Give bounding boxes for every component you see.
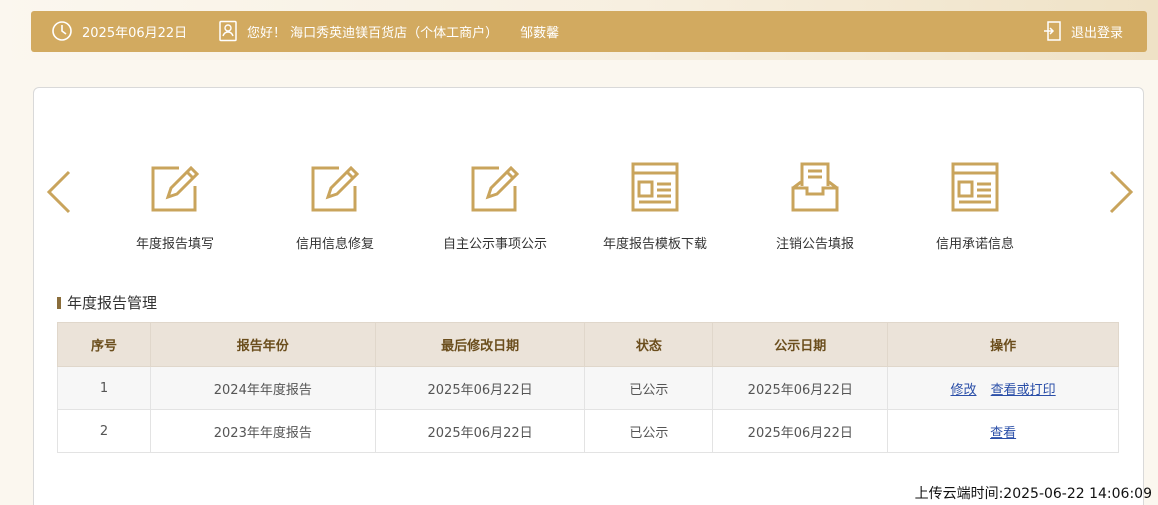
template-icon — [631, 162, 679, 212]
date-group: 2025年06月22日 — [51, 20, 187, 42]
greeting-text: 您好！ 海口秀英迪镁百货店（个体工商户） — [247, 25, 499, 41]
view-link[interactable]: 查看 — [990, 426, 1016, 441]
user-card-icon — [217, 20, 239, 42]
cell-actions: 查看 — [887, 409, 1119, 453]
func-template-download[interactable]: 年度报告模板下载 — [575, 160, 735, 252]
table-row: 1 2024年年度报告 2025年06月22日 已公示 2025年06月22日 … — [57, 366, 1119, 410]
func-cancellation-notice[interactable]: 注销公告填报 — [735, 160, 895, 252]
user-name: 邹薮馨 — [520, 25, 560, 41]
cell-actions: 修改 查看或打印 — [887, 366, 1119, 410]
edit-icon — [471, 165, 520, 212]
carousel-prev-button[interactable] — [45, 170, 73, 214]
func-label: 自主公示事项公示 — [442, 237, 547, 252]
cell-publish: 2025年06月22日 — [712, 409, 889, 453]
func-annual-report-fill[interactable]: 年度报告填写 — [95, 160, 255, 252]
col-header-action: 操作 — [887, 322, 1119, 367]
cell-no: 1 — [57, 366, 151, 410]
func-label: 信用承诺信息 — [935, 237, 1014, 252]
col-header-modified: 最后修改日期 — [374, 322, 586, 367]
section-marker — [57, 296, 61, 309]
cell-modified: 2025年06月22日 — [374, 366, 586, 410]
cell-status: 已公示 — [584, 409, 714, 453]
col-header-no: 序号 — [57, 322, 151, 367]
col-header-status: 状态 — [584, 322, 714, 367]
func-label: 信用信息修复 — [295, 237, 374, 252]
func-credit-commitment[interactable]: 信用承诺信息 — [895, 160, 1055, 252]
func-label: 年度报告填写 — [135, 237, 214, 252]
col-header-publish: 公示日期 — [712, 322, 889, 367]
upload-time: 上传云端时间:2025-06-22 14:06:09 — [914, 486, 1152, 502]
func-self-disclosure[interactable]: 自主公示事项公示 — [415, 160, 575, 252]
func-label: 年度报告模板下载 — [602, 237, 707, 252]
view-print-link[interactable]: 查看或打印 — [991, 383, 1056, 398]
table-header-row: 序号 报告年份 最后修改日期 状态 公示日期 操作 — [57, 322, 1119, 367]
func-label: 注销公告填报 — [775, 237, 854, 252]
logout-label: 退出登录 — [1070, 25, 1123, 41]
inbox-icon — [791, 162, 839, 212]
cell-no: 2 — [57, 409, 151, 453]
top-bar: 2025年06月22日 您好！ 海口秀英迪镁百货店（个体工商户） 邹薮馨 退出登… — [31, 11, 1147, 52]
template-icon — [951, 162, 999, 212]
cell-status: 已公示 — [584, 366, 714, 410]
table-row: 2 2023年年度报告 2025年06月22日 已公示 2025年06月22日 … — [57, 409, 1119, 453]
current-date: 2025年06月22日 — [82, 25, 188, 41]
cell-modified: 2025年06月22日 — [374, 409, 586, 453]
func-credit-repair[interactable]: 信用信息修复 — [255, 160, 415, 252]
col-header-year: 报告年份 — [149, 322, 376, 367]
section-title: 年度报告管理 — [57, 292, 157, 313]
edit-icon — [311, 165, 360, 212]
carousel-next-button[interactable] — [1107, 170, 1135, 214]
clock-icon — [51, 20, 73, 42]
section-title-text: 年度报告管理 — [67, 294, 158, 312]
logout-button[interactable]: 退出登录 — [1042, 20, 1123, 42]
user-group: 您好！ 海口秀英迪镁百货店（个体工商户） 邹薮馨 — [217, 20, 559, 42]
cell-year: 2023年年度报告 — [149, 409, 376, 453]
edit-link[interactable]: 修改 — [951, 383, 977, 398]
annual-report-table: 序号 报告年份 最后修改日期 状态 公示日期 操作 1 2024年年度报告 20… — [57, 322, 1119, 453]
cell-publish: 2025年06月22日 — [712, 366, 889, 410]
logout-icon — [1042, 20, 1064, 42]
edit-icon — [151, 165, 200, 212]
cell-year: 2024年年度报告 — [149, 366, 376, 410]
